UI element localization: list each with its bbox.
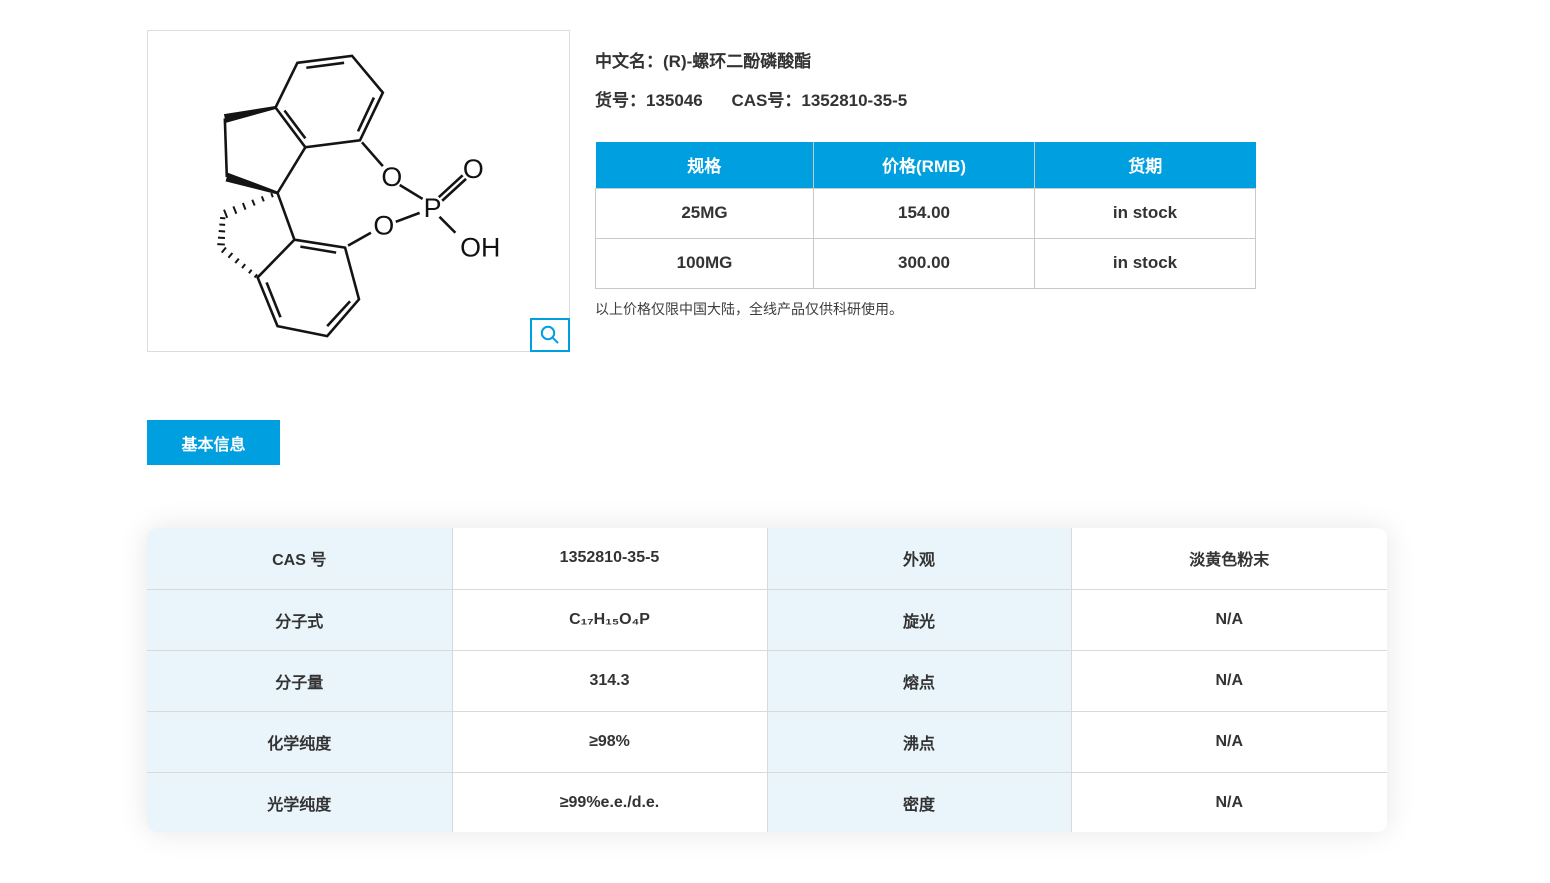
hashed-bond xyxy=(217,218,225,245)
detail-value: N/A xyxy=(1071,711,1387,772)
detail-label: 熔点 xyxy=(767,650,1071,711)
magnifier-icon xyxy=(539,324,561,346)
leadtime-cell: in stock xyxy=(1035,238,1256,288)
price-cell: 300.00 xyxy=(814,238,1035,288)
detail-label: 外观 xyxy=(767,528,1071,589)
atom-p: P xyxy=(424,193,442,223)
details-table: CAS 号 1352810-35-5 外观 淡黄色粉末 分子式 C₁₇H₁₅O₄… xyxy=(147,528,1387,832)
chemical-structure: O O P O OH xyxy=(148,31,569,351)
atom-oh: OH xyxy=(460,233,500,263)
spec-cell: 100MG xyxy=(596,238,814,288)
details-row: 光学纯度 ≥99%e.e./d.e. 密度 N/A xyxy=(147,772,1387,832)
details-card: CAS 号 1352810-35-5 外观 淡黄色粉末 分子式 C₁₇H₁₅O₄… xyxy=(147,528,1387,832)
price-header-spec: 规格 xyxy=(596,142,814,188)
detail-label: 密度 xyxy=(767,772,1071,832)
price-header-leadtime: 货期 xyxy=(1035,142,1256,188)
leadtime-cell: in stock xyxy=(1035,188,1256,238)
details-row: 分子式 C₁₇H₁₅O₄P 旋光 N/A xyxy=(147,589,1387,650)
detail-value: ≥99%e.e./d.e. xyxy=(452,772,767,832)
hashed-bond xyxy=(222,247,257,277)
details-row: CAS 号 1352810-35-5 外观 淡黄色粉末 xyxy=(147,528,1387,589)
detail-value: 1352810-35-5 xyxy=(452,528,767,589)
product-page: O O P O OH 中文名：(R)-螺环二酚磷酸酯 货号：135046 CAS… xyxy=(0,0,1550,883)
detail-label: 光学纯度 xyxy=(147,772,452,832)
benzene-ring-bottom xyxy=(258,240,359,336)
price-table: 规格 价格(RMB) 货期 25MG 154.00 in stock 100MG… xyxy=(595,142,1256,289)
detail-label: 分子量 xyxy=(147,650,452,711)
details-row: 分子量 314.3 熔点 N/A xyxy=(147,650,1387,711)
cas-label: CAS号： xyxy=(731,91,801,110)
sku-label: 货号： xyxy=(595,91,646,110)
detail-value: ≥98% xyxy=(452,711,767,772)
price-note: 以上价格仅限中国大陆，全线产品仅供科研使用。 xyxy=(595,299,903,319)
zoom-button[interactable] xyxy=(530,318,570,352)
spec-cell: 25MG xyxy=(596,188,814,238)
detail-label: 分子式 xyxy=(147,589,452,650)
details-row: 化学纯度 ≥98% 沸点 N/A xyxy=(147,711,1387,772)
benzene-ring-top xyxy=(276,56,383,147)
tab-basic-info[interactable]: 基本信息 xyxy=(147,420,280,465)
detail-value: C₁₇H₁₅O₄P xyxy=(452,589,767,650)
product-name-label: 中文名： xyxy=(595,52,663,71)
price-cell: 154.00 xyxy=(814,188,1035,238)
price-header-price: 价格(RMB) xyxy=(814,142,1035,188)
price-table-header-row: 规格 价格(RMB) 货期 xyxy=(596,142,1256,188)
hashed-bond xyxy=(224,193,273,218)
detail-label: 旋光 xyxy=(767,589,1071,650)
detail-label: 化学纯度 xyxy=(147,711,452,772)
detail-value: N/A xyxy=(1071,589,1387,650)
detail-value: 314.3 xyxy=(452,650,767,711)
product-structure-image: O O P O OH xyxy=(147,30,570,352)
detail-label: 沸点 xyxy=(767,711,1071,772)
product-sku-line: 货号：135046 CAS号：1352810-35-5 xyxy=(595,86,907,111)
product-name: (R)-螺环二酚磷酸酯 xyxy=(663,52,811,71)
product-name-line: 中文名：(R)-螺环二酚磷酸酯 xyxy=(595,47,811,72)
wedge-bond xyxy=(224,106,276,123)
detail-value: N/A xyxy=(1071,650,1387,711)
price-table-row: 25MG 154.00 in stock xyxy=(596,188,1256,238)
atom-o-lower: O xyxy=(373,211,394,241)
detail-value: N/A xyxy=(1071,772,1387,832)
detail-label: CAS 号 xyxy=(147,528,452,589)
atom-o-upper: O xyxy=(381,162,402,192)
atom-o-double: O xyxy=(463,154,484,184)
sku-value: 135046 xyxy=(646,91,703,110)
price-table-row: 100MG 300.00 in stock xyxy=(596,238,1256,288)
wedge-bond xyxy=(226,173,278,195)
detail-value: 淡黄色粉末 xyxy=(1071,528,1387,589)
cas-value: 1352810-35-5 xyxy=(801,91,907,110)
